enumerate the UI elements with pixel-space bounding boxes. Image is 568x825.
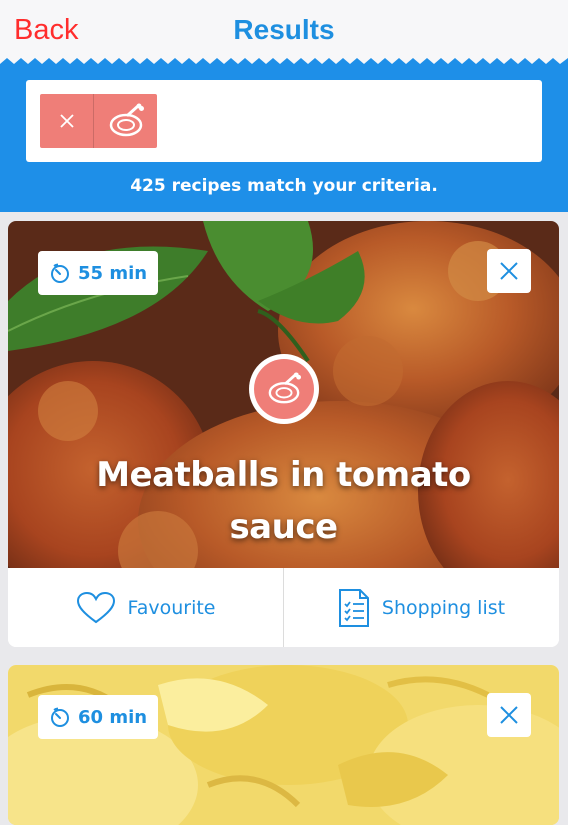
recipe-card[interactable]: 55 min Meatballs in tomato sauce Favouri… <box>8 221 559 647</box>
recipe-title[interactable]: Meatballs in tomato sauce <box>48 449 519 553</box>
filter-chip-meat[interactable] <box>40 94 157 148</box>
dismiss-recipe-button[interactable] <box>487 693 531 737</box>
cooking-time-badge: 60 min <box>38 695 159 739</box>
meat-icon <box>109 103 144 137</box>
cooking-time: 55 min <box>78 262 148 284</box>
match-count-text: 425 recipes match your criteria. <box>130 176 438 196</box>
remove-filter-button[interactable] <box>40 94 94 148</box>
recipe-photo[interactable] <box>8 665 559 825</box>
dismiss-recipe-button[interactable] <box>487 249 531 293</box>
filter-box[interactable] <box>26 80 542 162</box>
close-icon <box>500 262 518 280</box>
close-icon <box>500 706 518 724</box>
favourite-button[interactable]: Favourite <box>8 568 283 647</box>
meat-icon <box>268 372 301 404</box>
heart-icon <box>76 591 115 623</box>
shopping-list-label: Shopping list <box>381 596 506 619</box>
filter-panel: 425 recipes match your criteria. <box>0 70 568 212</box>
shopping-list-button[interactable]: Shopping list <box>283 568 559 647</box>
cooking-time: 60 min <box>78 706 148 728</box>
timer-icon <box>51 263 69 283</box>
category-badge <box>249 354 319 424</box>
favourite-label: Favourite <box>127 596 216 619</box>
navigation-bar: Back Results <box>0 0 568 64</box>
cooking-time-badge: 55 min <box>38 251 159 295</box>
shopping-list-icon <box>338 588 369 627</box>
close-icon <box>59 114 74 128</box>
page-title: Results <box>233 14 335 45</box>
recipe-actions: Favourite Shopping list <box>8 568 559 647</box>
timer-icon <box>51 707 69 727</box>
recipe-card[interactable]: 60 min <box>8 665 559 825</box>
